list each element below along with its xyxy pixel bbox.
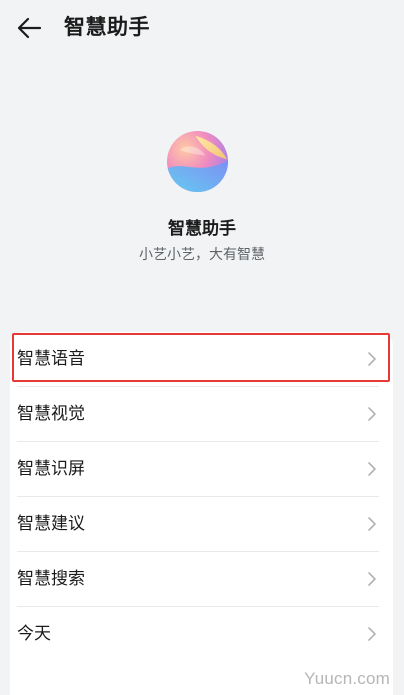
chevron-right-icon <box>368 352 376 366</box>
chevron-right-icon <box>368 572 376 586</box>
back-arrow-icon[interactable] <box>14 12 46 44</box>
chevron-right-icon <box>368 462 376 476</box>
menu-item-smart-screen-recognition[interactable]: 智慧识屏 <box>10 442 393 497</box>
chevron-right-icon <box>368 627 376 641</box>
chevron-right-icon <box>368 407 376 421</box>
page-title: 智慧助手 <box>64 15 150 39</box>
menu-item-label: 智慧视觉 <box>17 404 85 424</box>
app-name: 智慧助手 <box>168 219 236 239</box>
menu-item-today[interactable]: 今天 <box>10 607 393 662</box>
watermark: Yuucn.com <box>304 669 390 688</box>
menu-item-smart-voice[interactable]: 智慧语音 <box>10 332 393 387</box>
menu-item-label: 智慧识屏 <box>17 459 85 479</box>
settings-page: 智慧助手 智慧助手 小艺小艺，大有智慧 智慧语音 智慧视觉 智慧识屏 智慧建议 … <box>0 0 404 695</box>
app-slogan: 小艺小艺，大有智慧 <box>139 247 265 263</box>
title-bar: 智慧助手 <box>0 0 404 56</box>
menu-item-smart-suggestions[interactable]: 智慧建议 <box>10 497 393 552</box>
menu-item-label: 智慧搜索 <box>17 569 85 589</box>
menu-item-label: 智慧建议 <box>17 514 85 534</box>
menu-item-label: 今天 <box>17 624 51 644</box>
celia-orb-logo <box>166 130 229 193</box>
menu-item-label: 智慧语音 <box>17 349 85 369</box>
menu-item-smart-search[interactable]: 智慧搜索 <box>10 552 393 607</box>
settings-list: 智慧语音 智慧视觉 智慧识屏 智慧建议 智慧搜索 今天 <box>10 332 393 695</box>
menu-item-smart-vision[interactable]: 智慧视觉 <box>10 387 393 442</box>
chevron-right-icon <box>368 517 376 531</box>
